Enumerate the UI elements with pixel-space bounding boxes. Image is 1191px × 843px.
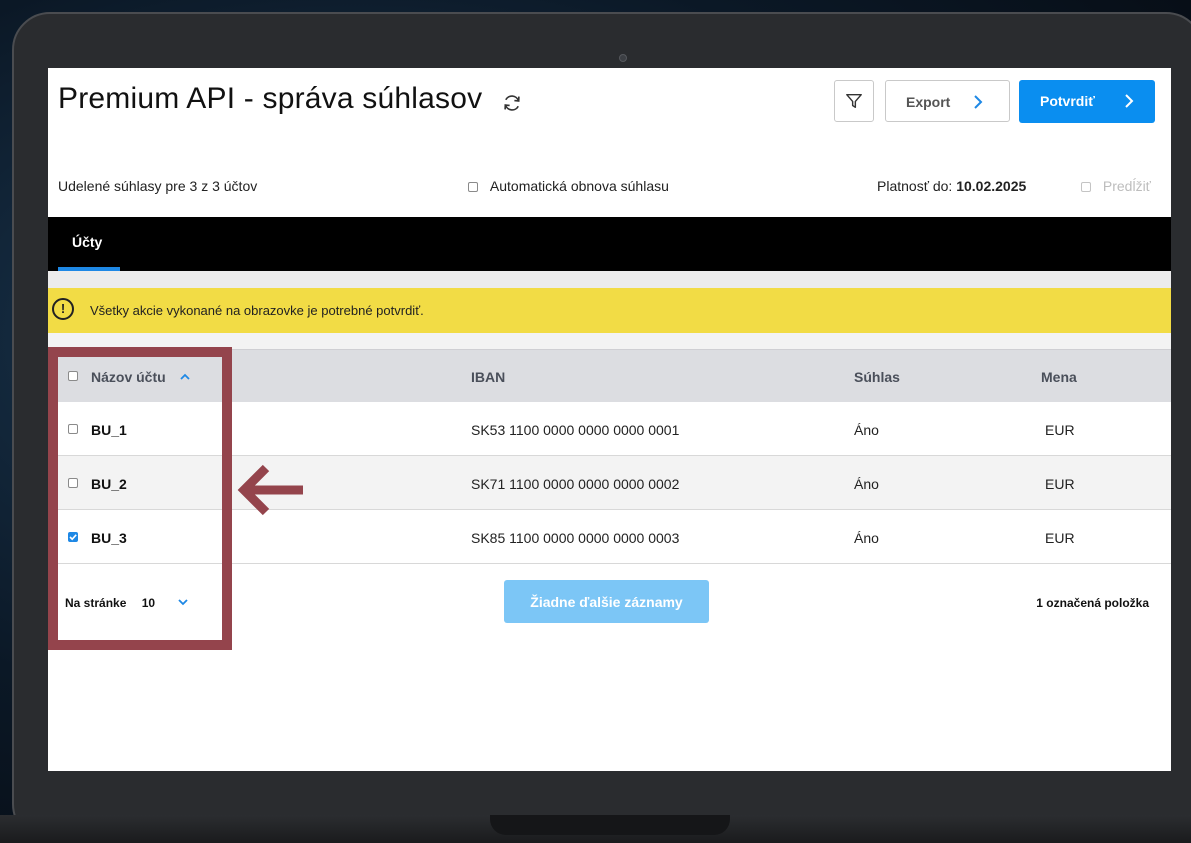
- account-iban: SK53 1100 0000 0000 0000 0001: [471, 422, 680, 438]
- export-button[interactable]: Export: [885, 80, 1010, 122]
- confirm-button-label: Potvrdiť: [1040, 93, 1095, 109]
- laptop-notch: [490, 815, 730, 835]
- no-more-records-label: Žiadne ďalšie záznamy: [530, 594, 683, 610]
- validity: Platnosť do: 10.02.2025: [877, 178, 1026, 194]
- account-currency: EUR: [1045, 422, 1075, 438]
- confirm-button[interactable]: Potvrdiť: [1019, 80, 1155, 123]
- webcam: [619, 54, 627, 62]
- auto-renew-toggle[interactable]: Automatická obnova súhlasu: [468, 178, 669, 194]
- refresh-icon[interactable]: [501, 92, 523, 114]
- extend-toggle[interactable]: Predĺžiť: [1081, 178, 1151, 194]
- column-header-currency: Mena: [1041, 369, 1077, 385]
- export-button-label: Export: [906, 94, 951, 110]
- warning-icon: !: [52, 298, 74, 320]
- account-iban: SK71 1100 0000 0000 0000 0002: [471, 476, 680, 492]
- account-consent: Áno: [854, 476, 879, 492]
- auto-renew-label: Automatická obnova súhlasu: [489, 178, 669, 194]
- extend-label: Predĺžiť: [1102, 178, 1151, 194]
- account-currency: EUR: [1045, 530, 1075, 546]
- filter-icon: [846, 93, 862, 109]
- tab-bar: Účty: [48, 217, 1171, 271]
- chevron-right-icon: [1125, 94, 1134, 108]
- annotation-arrow-left-icon: [237, 464, 303, 516]
- page-title: Premium API - správa súhlasov: [58, 82, 483, 115]
- extend-checkbox[interactable]: [1081, 182, 1091, 193]
- account-iban: SK85 1100 0000 0000 0000 0003: [471, 530, 680, 546]
- warning-text: Všetky akcie vykonané na obrazovke je po…: [90, 303, 424, 318]
- filter-button[interactable]: [834, 80, 874, 122]
- selected-count: 1 označená položka: [1036, 596, 1149, 610]
- divider-strip: [48, 271, 1171, 288]
- annotation-highlight-box: [48, 347, 232, 650]
- warning-banner: ! Všetky akcie vykonané na obrazovke je …: [48, 288, 1171, 333]
- account-currency: EUR: [1045, 476, 1075, 492]
- account-consent: Áno: [854, 422, 879, 438]
- granted-consents-text: Udelené súhlasy pre 3 z 3 účtov: [58, 178, 258, 194]
- validity-date: 10.02.2025: [956, 178, 1027, 194]
- auto-renew-checkbox[interactable]: [468, 182, 478, 193]
- account-consent: Áno: [854, 530, 879, 546]
- column-header-consent: Súhlas: [854, 369, 900, 385]
- chevron-right-icon: [974, 95, 983, 109]
- column-header-iban: IBAN: [471, 369, 506, 385]
- no-more-records-button[interactable]: Žiadne ďalšie záznamy: [504, 580, 709, 623]
- validity-label: Platnosť do:: [877, 178, 953, 194]
- tab-accounts[interactable]: Účty: [72, 234, 102, 250]
